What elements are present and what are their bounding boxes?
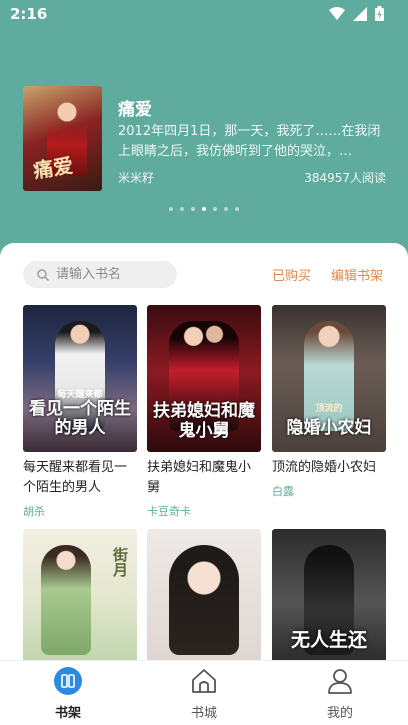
carousel-dot[interactable] (169, 207, 173, 211)
book-card[interactable]: 扶弟媳妇和魔鬼小舅 扶弟媳妇和魔鬼小舅 卡豆奇卡 (147, 305, 261, 519)
book-title: 扶弟媳妇和魔鬼小舅 (147, 460, 252, 495)
featured-book-cover[interactable]: 痛爱 (23, 86, 102, 191)
tab-bookstore[interactable]: 书城 (169, 667, 239, 721)
book-author: 卡豆奇卡 (147, 505, 191, 518)
book-card[interactable]: 无人生还 (272, 529, 386, 663)
book-card[interactable]: 顶流的 隐婚小农妇 顶流的隐婚小农妇 白露 (272, 305, 386, 499)
purchased-link[interactable]: 已购买 (272, 265, 311, 284)
book-cover (147, 529, 261, 663)
book-cover: 每天醒来都 看见一个陌生的男人 (23, 305, 137, 452)
status-time: 2:16 (10, 5, 48, 23)
home-icon (192, 669, 216, 693)
book-cover: 顶流的 隐婚小农妇 (272, 305, 386, 452)
book-author: 胡杀 (23, 505, 45, 518)
status-bar: 2:16 (0, 0, 408, 30)
bookshelf-icon (54, 667, 82, 695)
book-title: 顶流的隐婚小农妇 (272, 460, 377, 475)
bookshelf-panel: 已购买 编辑书架 每天醒来都 看见一个陌生的男人 每天醒来都看见一个陌生的男人 … (0, 243, 408, 663)
book-cover: 无人生还 (272, 529, 386, 663)
featured-read-count: 384957人阅读 (304, 171, 386, 185)
carousel-dot[interactable] (224, 207, 228, 211)
featured-book-title[interactable]: 痛爱 (118, 95, 152, 120)
carousel-dot[interactable] (180, 207, 184, 211)
tab-label: 我的 (326, 706, 353, 721)
featured-book-author: 米米籽 (118, 171, 155, 185)
tab-profile[interactable]: 我的 (305, 667, 375, 721)
bottom-tab-bar: 书架 书城 我的 (0, 660, 408, 725)
book-card[interactable] (147, 529, 261, 663)
user-icon (328, 669, 352, 694)
carousel-dot[interactable] (213, 207, 217, 211)
search-icon (37, 268, 49, 281)
battery-icon (375, 6, 384, 21)
featured-banner: 2:16 痛爱 痛爱 2012年四月1日，那一天，我死了……在我闭上眼睛之后，我… (0, 0, 408, 270)
tab-label: 书城 (190, 706, 217, 721)
search-box[interactable] (23, 261, 177, 288)
carousel-dot[interactable] (235, 207, 239, 211)
tab-bookshelf[interactable]: 书架 (33, 667, 103, 721)
book-cover: 街月 (23, 529, 137, 663)
carousel-dot[interactable] (202, 207, 206, 211)
book-cover: 扶弟媳妇和魔鬼小舅 (147, 305, 261, 452)
carousel-dot[interactable] (191, 207, 195, 211)
edit-shelf-link[interactable]: 编辑书架 (331, 265, 383, 284)
signal-icon (353, 6, 367, 21)
wifi-icon (329, 6, 345, 20)
book-author: 白露 (272, 485, 294, 498)
featured-cover-title: 痛爱 (31, 153, 75, 183)
book-card[interactable]: 每天醒来都 看见一个陌生的男人 每天醒来都看见一个陌生的男人 胡杀 (23, 305, 137, 519)
tab-label: 书架 (54, 706, 81, 721)
search-input[interactable] (56, 267, 166, 282)
book-card[interactable]: 街月 (23, 529, 137, 663)
carousel-indicator (0, 207, 408, 211)
featured-book-description: 2012年四月1日，那一天，我死了……在我闭上眼睛之后，我仿佛听到了他的哭泣，… (118, 124, 381, 159)
book-title: 每天醒来都看见一个陌生的男人 (23, 460, 128, 495)
